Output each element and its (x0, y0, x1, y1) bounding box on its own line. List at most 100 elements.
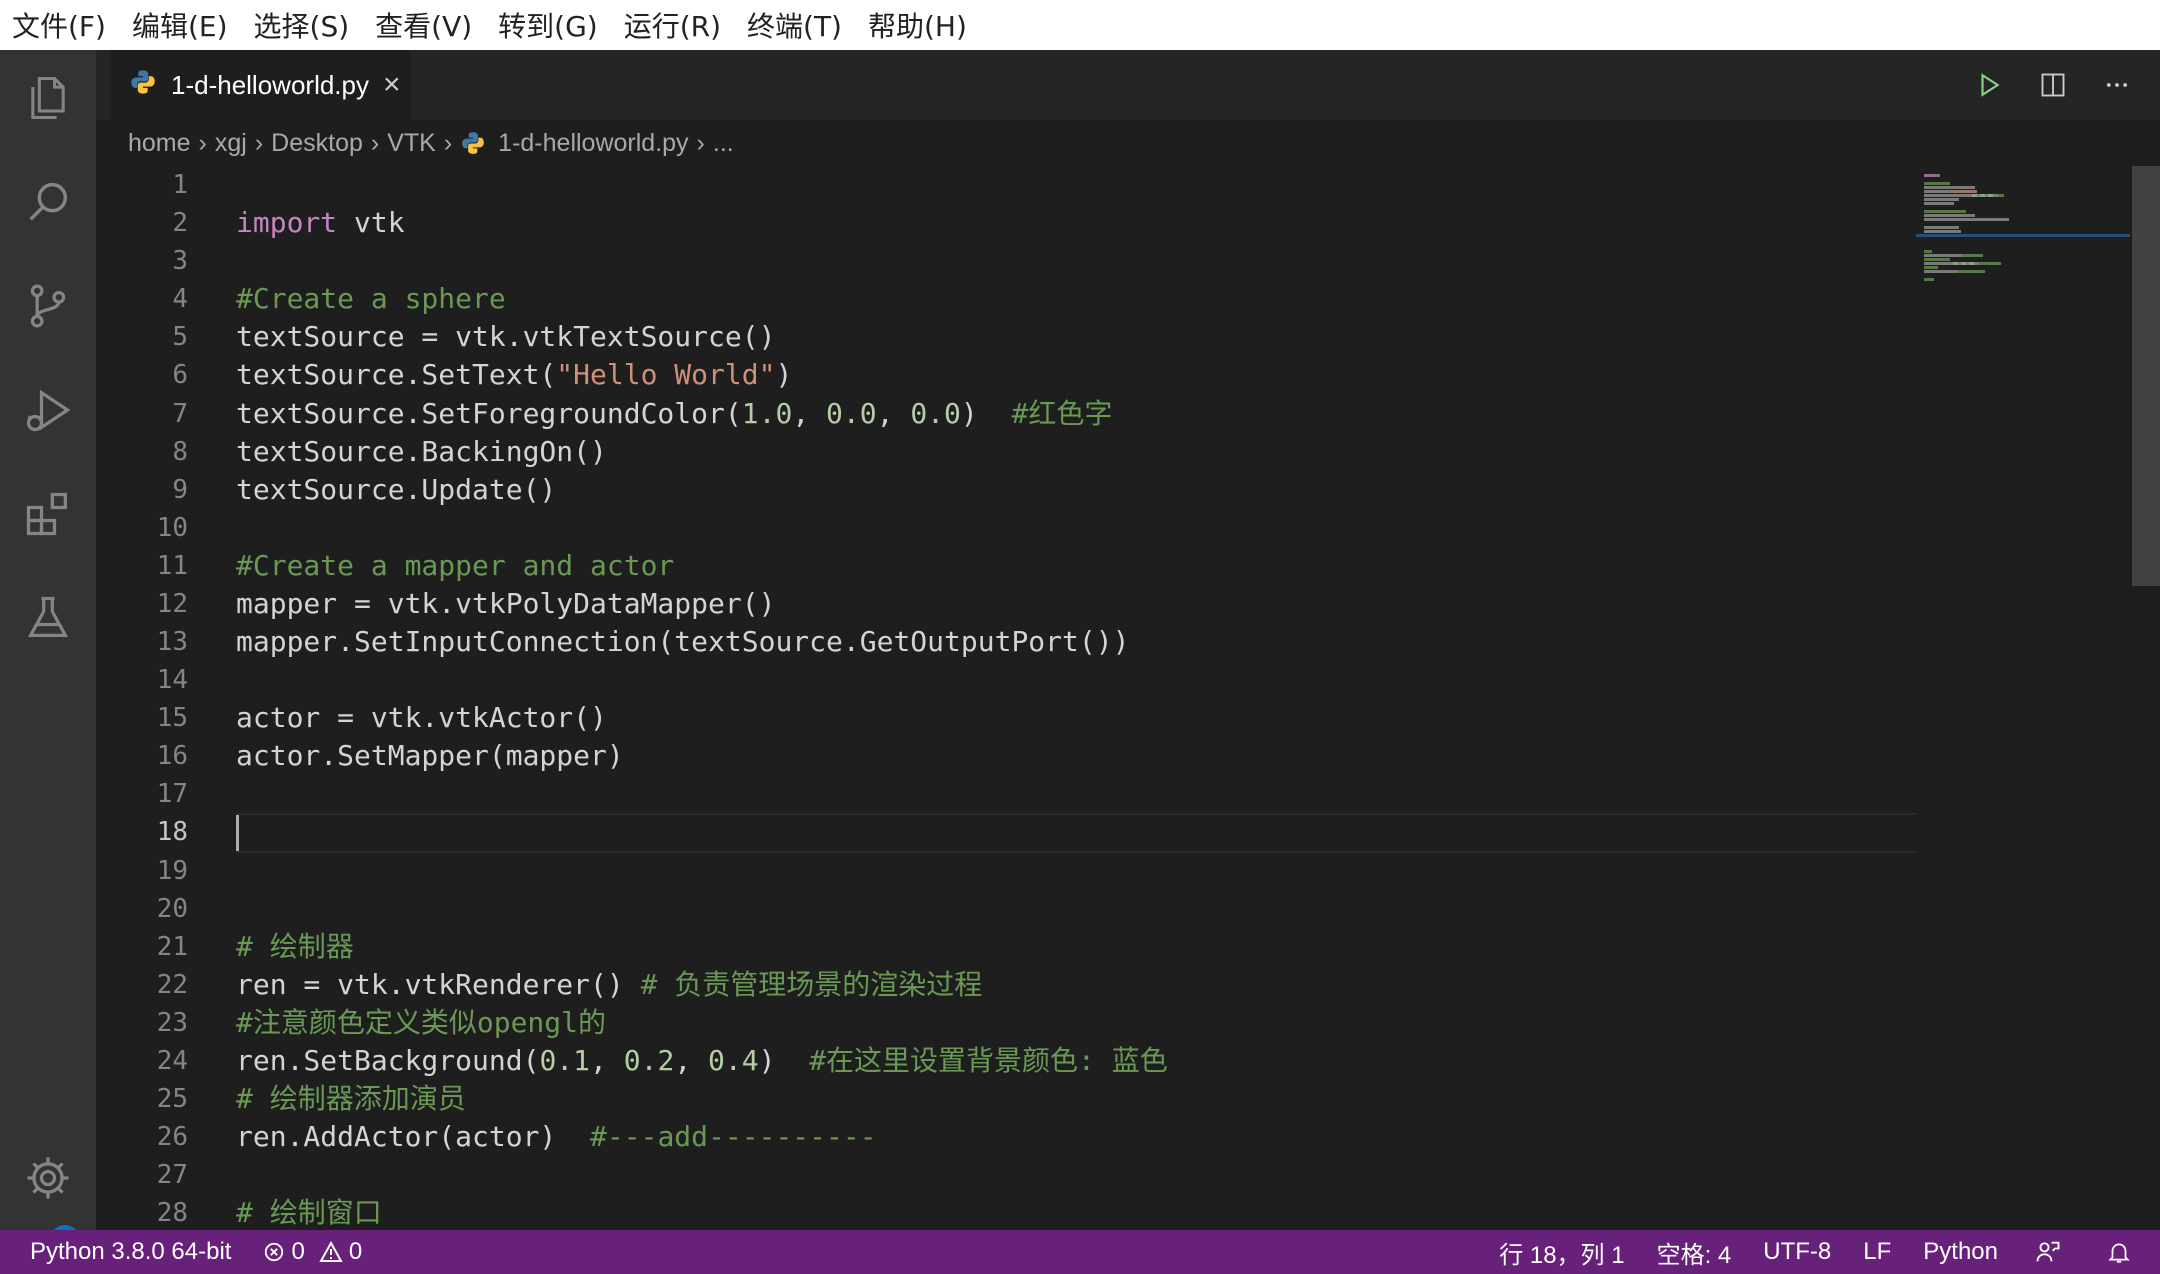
encoding[interactable]: UTF-8 (1763, 1238, 1831, 1266)
chevron-right-icon: › (370, 128, 380, 157)
line-number: 23 (156, 1008, 188, 1038)
search-icon[interactable] (0, 154, 96, 250)
code-token: mapper = vtk.vtkPolyDataMapper() (236, 587, 776, 620)
line-number: 19 (156, 856, 188, 886)
code-line: mapper = vtk.vtkPolyDataMapper() (236, 585, 775, 623)
code-token: textSource.SetText( (236, 358, 557, 391)
code-line: actor = vtk.vtkActor() (236, 699, 607, 737)
minimap-line (1998, 194, 2004, 197)
minimap-line (1924, 262, 1953, 265)
feedback-icon[interactable] (2034, 1238, 2062, 1266)
code-token: ) (960, 397, 1012, 430)
split-editor-icon[interactable] (2030, 62, 2076, 108)
explorer-icon[interactable] (0, 50, 96, 146)
line-number: 22 (156, 970, 188, 1000)
python-interpreter[interactable]: Python 3.8.0 64-bit (30, 1238, 231, 1266)
code-token: textSource = vtk.vtkTextSource() (236, 320, 776, 353)
indentation[interactable]: 空格: 4 (1657, 1235, 1732, 1270)
notifications-bell-icon[interactable] (2106, 1239, 2132, 1265)
extensions-icon[interactable] (0, 466, 96, 562)
code-line: textSource.Update() (236, 471, 556, 509)
code-token: vtk (337, 206, 405, 239)
code-token: #在这里设置背景颜色: 蓝色 (809, 1044, 1168, 1077)
line-number: 9 (172, 475, 188, 505)
status-bar: Python 3.8.0 64-bit 0 0 行 18，列 1 空格: 4 U… (0, 1230, 2160, 1274)
breadcrumb-symbol[interactable]: ... (713, 129, 734, 158)
minimap-current-line (1916, 234, 2130, 237)
cursor-position[interactable]: 行 18，列 1 (1499, 1235, 1624, 1270)
code-token: textSource.Update() (236, 473, 557, 506)
minimap-line (1924, 258, 1950, 261)
testing-icon[interactable] (0, 570, 96, 666)
breadcrumb-file[interactable]: 1-d-helloworld.py (498, 129, 688, 158)
line-number: 4 (172, 284, 188, 314)
line-number: 28 (156, 1198, 188, 1228)
code-line: ren = vtk.vtkRenderer() # 负责管理场景的渲染过程 (236, 966, 982, 1004)
code-token: # 绘制窗口 (236, 1196, 382, 1229)
menu-help[interactable]: 帮助(H) (855, 5, 980, 45)
source-control-icon[interactable] (0, 258, 96, 354)
minimap-line (1975, 190, 1977, 193)
line-number: 12 (156, 589, 188, 619)
breadcrumb-vtk[interactable]: VTK (387, 129, 436, 158)
menu-run[interactable]: 运行(R) (611, 5, 734, 45)
more-actions-icon[interactable] (2094, 62, 2140, 108)
editor-scrollbar[interactable] (2132, 166, 2160, 586)
minimap-line (1924, 186, 1975, 189)
line-number: 5 (172, 322, 188, 352)
breadcrumb-xgj[interactable]: xgj (215, 129, 247, 158)
code-token: ) (775, 358, 793, 391)
menu-selection[interactable]: 选择(S) (241, 5, 363, 45)
minimap-line (1924, 278, 1934, 281)
code-token: , (792, 397, 827, 430)
tab-1-d-helloworld[interactable]: 1-d-helloworld.py × (111, 50, 411, 120)
minimap-line (1924, 182, 1950, 185)
tab-close-icon[interactable]: × (383, 68, 401, 102)
code-line: mapper.SetInputConnection(textSource.Get… (236, 623, 1129, 661)
tab-bar: 1-d-helloworld.py × (96, 50, 2160, 120)
minimap-line (1924, 190, 1954, 193)
line-number: 16 (156, 741, 188, 771)
breadcrumb-home[interactable]: home (128, 129, 191, 158)
code-editor[interactable]: import vtk #Create a sphere textSource = v… (236, 166, 1916, 1230)
code-line: #Create a mapper and actor (236, 547, 674, 585)
warning-icon (319, 1241, 343, 1263)
run-debug-icon[interactable] (0, 362, 96, 458)
line-number: 3 (172, 246, 188, 276)
line-number: 27 (156, 1160, 188, 1190)
code-token: ren.AddActor(actor) (236, 1120, 591, 1153)
code-token: 0.0 (910, 397, 961, 430)
language-mode[interactable]: Python (1923, 1238, 1998, 1266)
menu-terminal[interactable]: 终端(T) (734, 5, 855, 45)
code-token: 1.0 (741, 397, 793, 430)
code-line: textSource.SetForegroundColor(1.0, 0.0, … (236, 395, 1112, 433)
code-line: ren.AddActor(actor) #---add---------- (236, 1118, 877, 1156)
settings-gear-icon[interactable] (0, 1130, 96, 1226)
code-token: #红色字 (1011, 397, 1113, 430)
menu-file[interactable]: 文件(F) (0, 5, 119, 45)
code-line: #注意颜色定义类似opengl的 (236, 1004, 606, 1042)
code-line: # 绘制器添加演员 (236, 1080, 466, 1118)
menu-bar: 文件(F) 编辑(E) 选择(S) 查看(V) 转到(G) 运行(R) 终端(T… (0, 0, 2160, 50)
menu-go[interactable]: 转到(G) (485, 5, 611, 45)
line-number: 21 (156, 932, 188, 962)
minimap-line (1979, 262, 2001, 265)
menu-view[interactable]: 查看(V) (362, 5, 485, 45)
error-count: 0 (291, 1238, 305, 1265)
code-token: #Create a sphere (236, 282, 506, 315)
line-number: 14 (156, 665, 188, 695)
minimap-line (1962, 254, 1983, 257)
error-icon (263, 1241, 285, 1263)
menu-edit[interactable]: 编辑(E) (119, 5, 241, 45)
line-number: 10 (156, 513, 188, 543)
code-token: 0.4 (708, 1044, 759, 1077)
run-file-icon[interactable] (1966, 62, 2012, 108)
line-number: 7 (172, 399, 188, 429)
breadcrumb-desktop[interactable]: Desktop (271, 129, 363, 158)
minimap[interactable] (1916, 166, 2130, 1230)
code-token: ren.SetBackground( (236, 1044, 540, 1077)
code-token: #注意颜色定义类似opengl的 (236, 1006, 607, 1039)
end-of-line[interactable]: LF (1863, 1238, 1891, 1266)
python-file-icon (460, 130, 486, 156)
problems-indicator[interactable]: 0 0 (263, 1238, 362, 1266)
